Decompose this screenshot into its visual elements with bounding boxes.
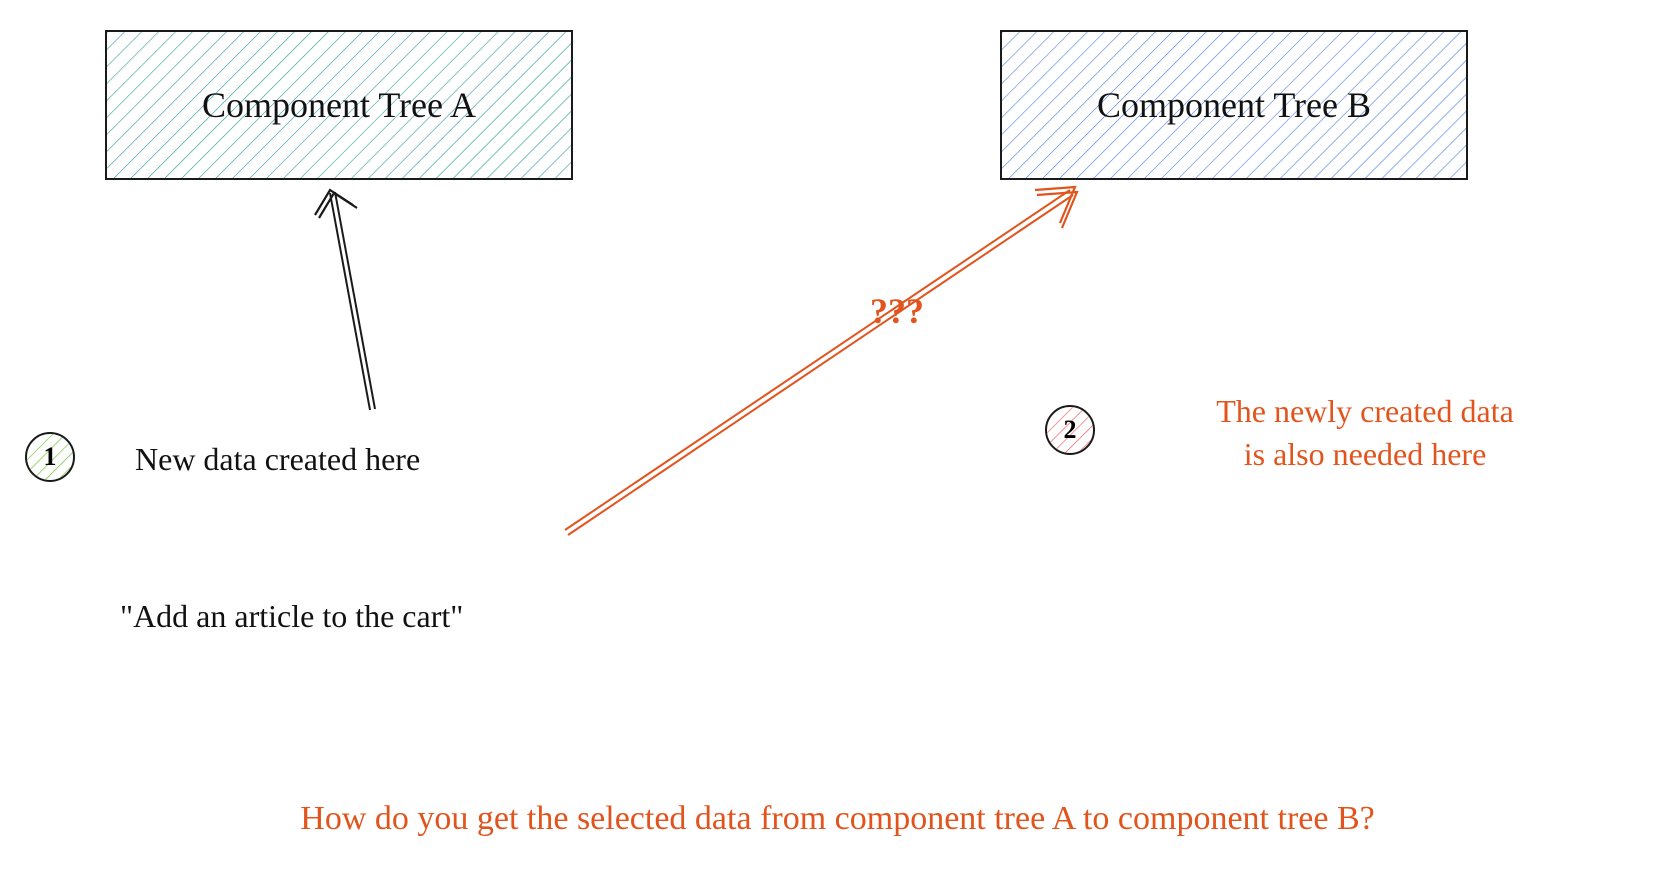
badge-step-2: 2	[1045, 405, 1095, 455]
note-needed-here-line2: is also needed here	[1140, 433, 1590, 476]
badge-1-number: 1	[44, 442, 57, 472]
diagram-stage: Component Tree A Component Tree B ???	[0, 0, 1675, 887]
component-tree-b-label: Component Tree B	[1097, 84, 1371, 126]
arrow-to-tree-a	[275, 185, 395, 415]
note-new-data-created: New data created here	[135, 438, 420, 481]
component-tree-a-box: Component Tree A	[105, 30, 573, 180]
component-tree-b-box: Component Tree B	[1000, 30, 1468, 180]
badge-step-1: 1	[25, 432, 75, 482]
note-needed-here-line1: The newly created data	[1140, 390, 1590, 433]
note-needed-here: The newly created data is also needed he…	[1140, 390, 1590, 476]
note-add-article: "Add an article to the cart"	[120, 595, 463, 638]
badge-2-number: 2	[1064, 415, 1077, 445]
arrow-to-tree-b	[560, 175, 1090, 535]
question-marks: ???	[870, 290, 924, 332]
bottom-question: How do you get the selected data from co…	[60, 800, 1615, 838]
component-tree-a-label: Component Tree A	[202, 84, 476, 126]
